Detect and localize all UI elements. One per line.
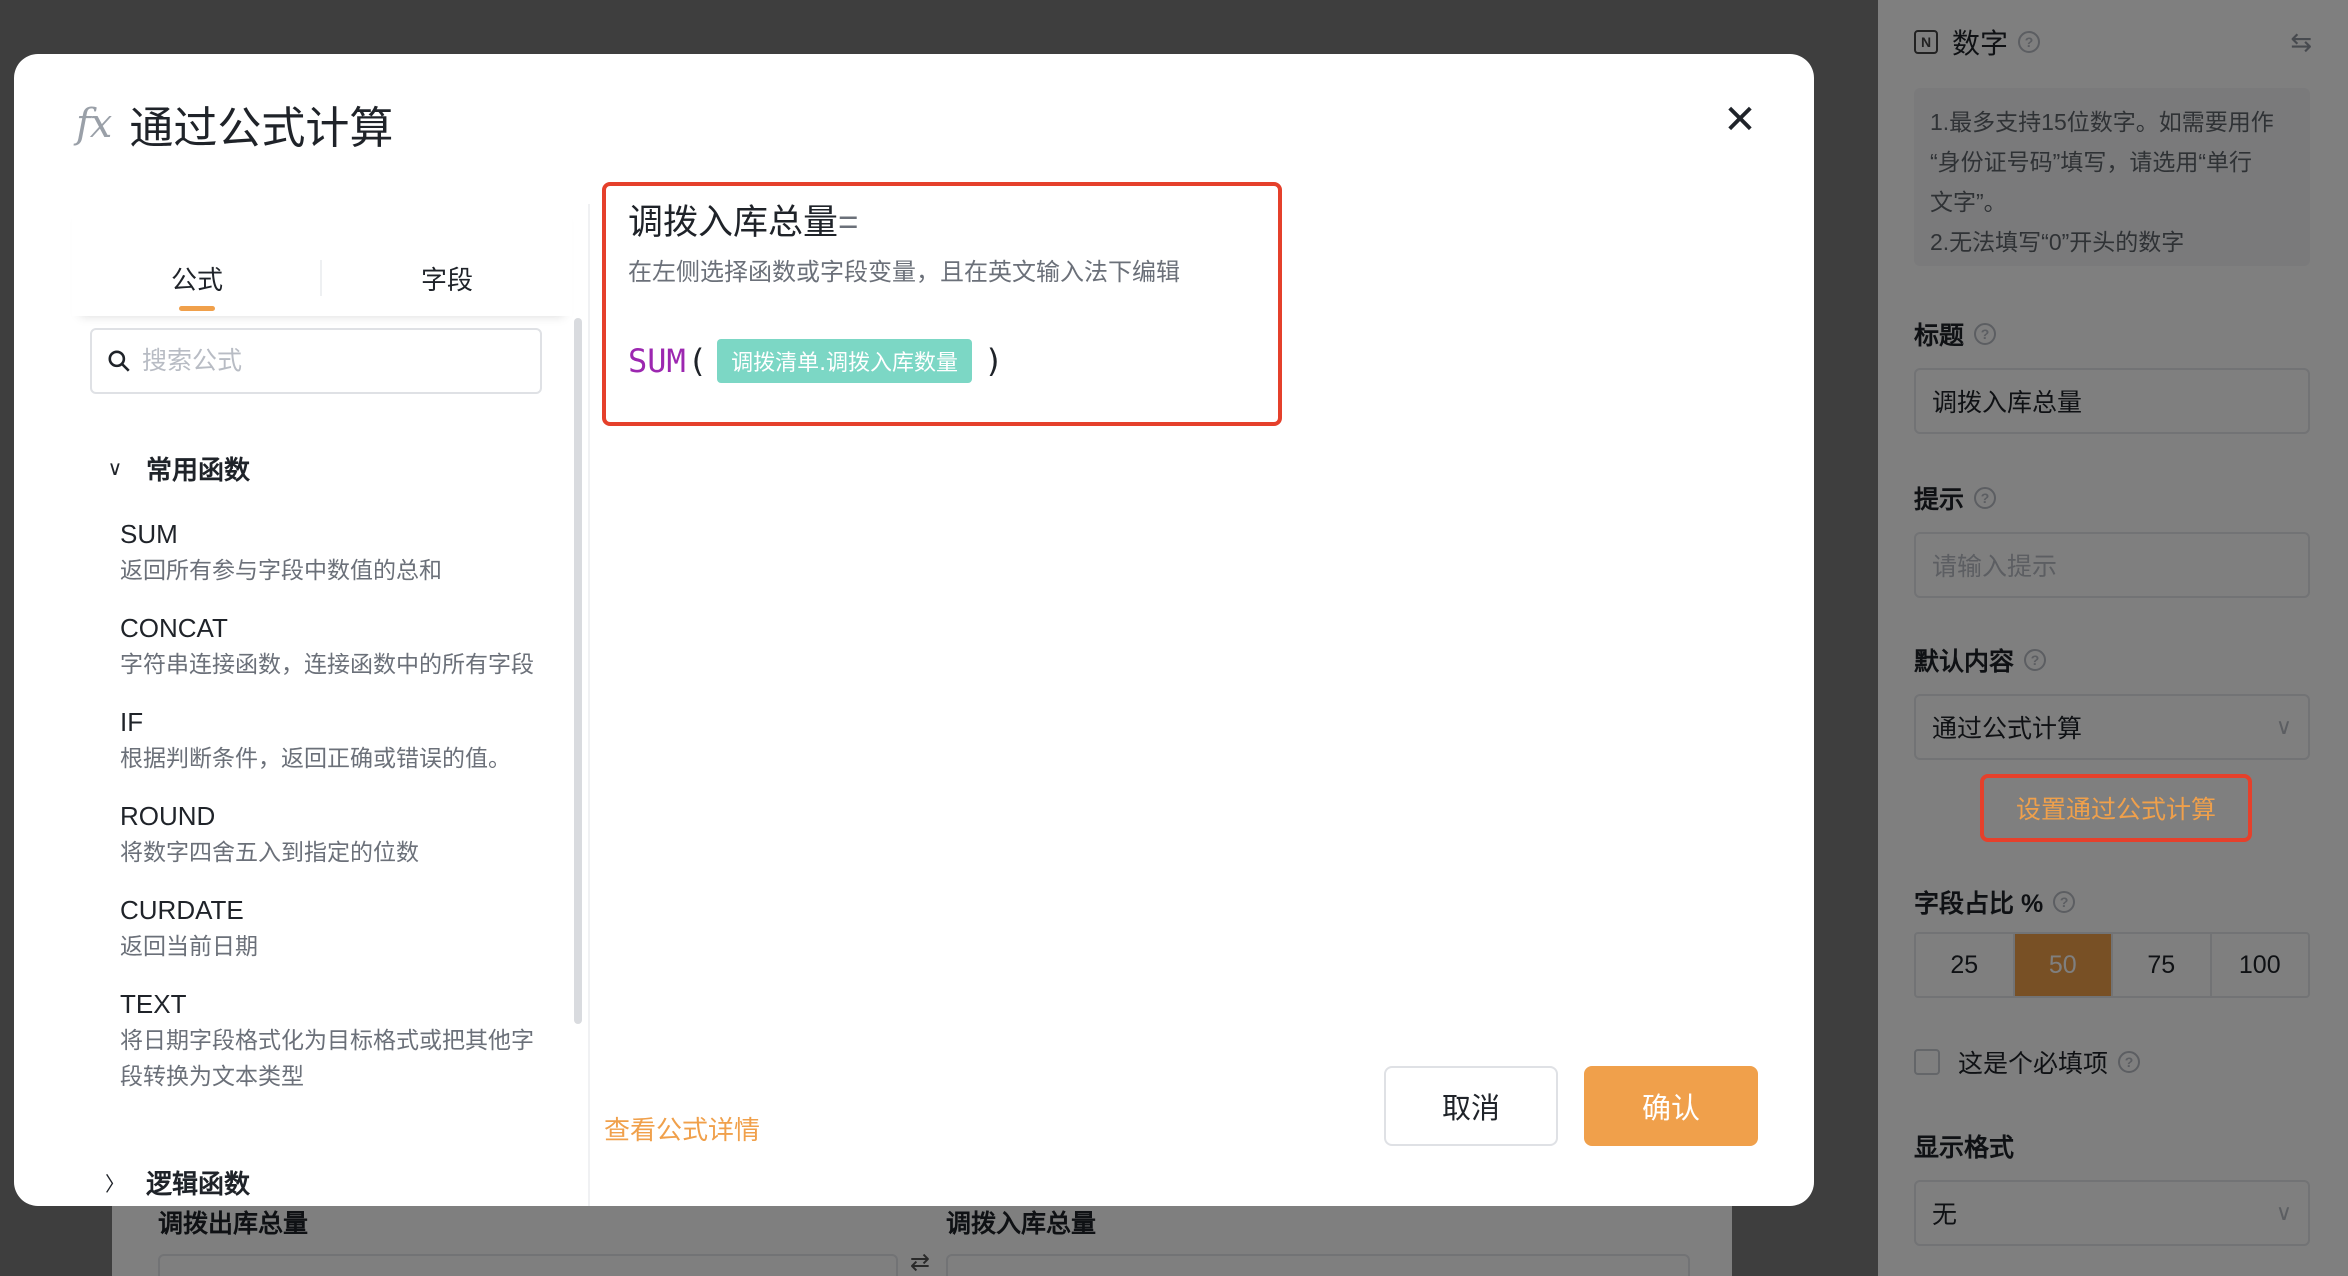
field-variable-tag[interactable]: 调拨清单.调拨入库数量 <box>717 339 973 383</box>
tab-formula-label: 公式 <box>170 265 223 295</box>
function-item-concat[interactable]: CONCAT 字符串连接函数，连接函数中的所有字段 <box>120 610 540 682</box>
formula-modal: fx 通过公式计算 ✕ 公式 字段 ∨ 常用函数 SUM 返回所有参与字段中数值… <box>14 54 1814 1206</box>
formula-expression[interactable]: SUM ( 调拨清单.调拨入库数量 ) <box>628 339 1256 383</box>
function-desc: 将日期字段格式化为目标格式或把其他字段转换为文本类型 <box>120 1027 534 1089</box>
function-desc: 将数字四舍五入到指定的位数 <box>120 839 419 865</box>
equals-sign: = <box>838 203 859 242</box>
active-tab-indicator <box>179 306 215 311</box>
function-item-round[interactable]: ROUND 将数字四舍五入到指定的位数 <box>120 798 540 870</box>
function-desc: 返回当前日期 <box>120 933 258 959</box>
set-formula-button[interactable]: 设置通过公式计算 <box>1980 774 2252 842</box>
formula-hint: 在左侧选择函数或字段变量，且在英文输入法下编辑 <box>628 259 1180 286</box>
tab-fields-label: 字段 <box>420 265 473 295</box>
function-name: CONCAT <box>120 613 228 643</box>
function-item-curdate[interactable]: CURDATE 返回当前日期 <box>120 892 540 964</box>
function-item-if[interactable]: IF 根据判断条件，返回正确或错误的值。 <box>120 704 540 776</box>
tab-formula[interactable]: 公式 <box>72 204 322 316</box>
close-icon[interactable]: ✕ <box>1718 98 1762 142</box>
group-label: 常用函数 <box>146 455 251 485</box>
view-formula-details-link[interactable]: 查看公式详情 <box>604 1110 760 1147</box>
function-item-sum[interactable]: SUM 返回所有参与字段中数值的总和 <box>120 516 540 588</box>
function-name: CURDATE <box>120 895 244 925</box>
formula-function-name: SUM <box>628 342 686 380</box>
open-paren: ( <box>687 342 708 380</box>
formula-target-field: 调拨入库总量 <box>628 203 839 242</box>
function-list-panel: ∨ 常用函数 SUM 返回所有参与字段中数值的总和 CONCAT 字符串连接函数… <box>72 316 572 1206</box>
function-desc: 字符串连接函数，连接函数中的所有字段 <box>120 651 534 677</box>
function-list: SUM 返回所有参与字段中数值的总和 CONCAT 字符串连接函数，连接函数中的… <box>120 516 540 1116</box>
function-desc: 返回所有参与字段中数值的总和 <box>120 557 442 583</box>
function-name: TEXT <box>120 989 187 1019</box>
close-paren: ) <box>984 342 1004 380</box>
function-fx-icon: fx <box>76 101 112 147</box>
tab-fields[interactable]: 字段 <box>322 204 572 316</box>
group-logic-functions[interactable]: 〉 逻辑函数 <box>100 1164 250 1201</box>
group-common-functions[interactable]: ∨ 常用函数 <box>100 450 250 487</box>
function-name: IF <box>120 707 144 737</box>
cancel-button[interactable]: 取消 <box>1384 1066 1558 1146</box>
function-list-scrollbar[interactable] <box>574 318 582 1024</box>
modal-title: 通过公式计算 <box>129 104 394 153</box>
confirm-button[interactable]: 确认 <box>1584 1066 1758 1146</box>
group-label: 逻辑函数 <box>146 1169 251 1199</box>
function-item-text[interactable]: TEXT 将日期字段格式化为目标格式或把其他字段转换为文本类型 <box>120 986 540 1094</box>
search-input[interactable] <box>142 346 522 376</box>
modal-header: fx 通过公式计算 <box>76 92 393 156</box>
panel-divider <box>588 204 590 1206</box>
formula-search[interactable] <box>90 328 542 394</box>
function-name: ROUND <box>120 801 216 831</box>
chevron-down-icon: ∨ <box>107 458 123 480</box>
formula-editor[interactable]: 调拨入库总量= 在左侧选择函数或字段变量，且在英文输入法下编辑 SUM ( 调拨… <box>602 182 1282 426</box>
formula-target: 调拨入库总量= <box>628 200 1256 246</box>
search-icon <box>108 350 130 372</box>
chevron-right-icon: 〉 <box>105 1174 125 1196</box>
function-desc: 根据判断条件，返回正确或错误的值。 <box>120 745 511 771</box>
formula-tabs: 公式 字段 <box>72 204 572 316</box>
function-name: SUM <box>120 519 178 549</box>
